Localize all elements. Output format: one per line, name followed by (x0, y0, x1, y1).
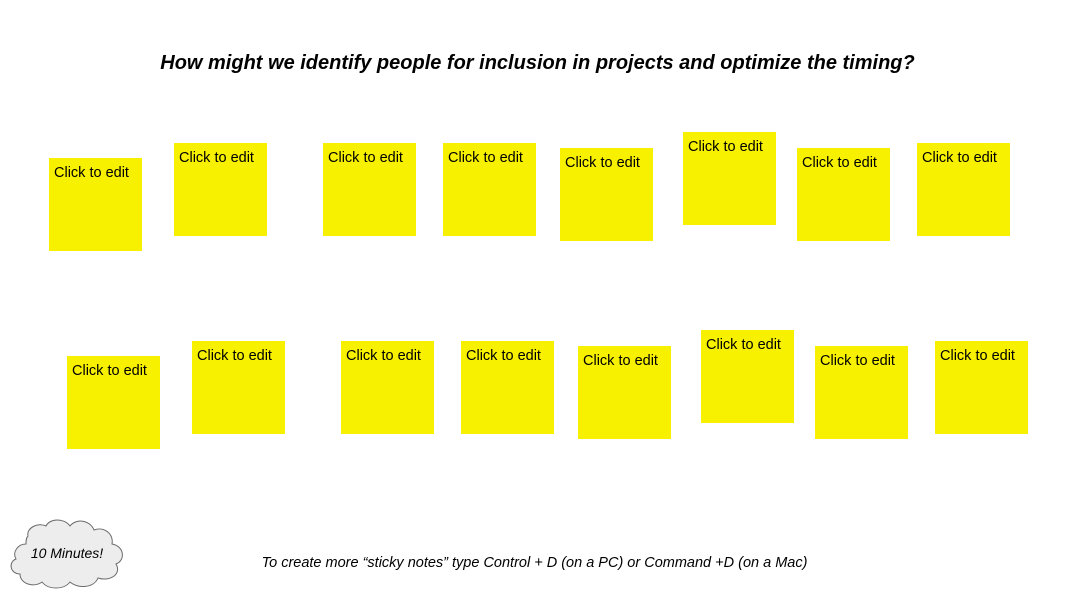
sticky-note[interactable]: Click to edit (560, 148, 653, 241)
sticky-note-text[interactable]: Click to edit (688, 139, 763, 155)
sticky-note-text[interactable]: Click to edit (820, 353, 895, 369)
sticky-note[interactable]: Click to edit (935, 341, 1028, 434)
sticky-note-text[interactable]: Click to edit (54, 165, 129, 181)
sticky-note[interactable]: Click to edit (461, 341, 554, 434)
sticky-note-text[interactable]: Click to edit (802, 155, 877, 171)
instruction-text-content: To create more “sticky notes” type Contr… (261, 555, 808, 571)
sticky-note[interactable]: Click to edit (578, 346, 671, 439)
sticky-note-text[interactable]: Click to edit (328, 150, 403, 166)
sticky-note[interactable]: Click to edit (323, 143, 416, 236)
sticky-note[interactable]: Click to edit (917, 143, 1010, 236)
instruction-text: To create more “sticky notes” type Contr… (0, 555, 1075, 571)
sticky-note-text[interactable]: Click to edit (940, 348, 1015, 364)
sticky-note[interactable]: Click to edit (49, 158, 142, 251)
sticky-note[interactable]: Click to edit (192, 341, 285, 434)
sticky-note[interactable]: Click to edit (67, 356, 160, 449)
sticky-note-text[interactable]: Click to edit (706, 337, 781, 353)
sticky-note[interactable]: Click to edit (174, 143, 267, 236)
sticky-note[interactable]: Click to edit (815, 346, 908, 439)
sticky-note[interactable]: Click to edit (797, 148, 890, 241)
sticky-note-text[interactable]: Click to edit (346, 348, 421, 364)
sticky-note-text[interactable]: Click to edit (583, 353, 658, 369)
sticky-note[interactable]: Click to edit (683, 132, 776, 225)
sticky-note-text[interactable]: Click to edit (922, 150, 997, 166)
sticky-note-text[interactable]: Click to edit (197, 348, 272, 364)
page-title: How might we identify people for inclusi… (160, 52, 915, 74)
sticky-note-text[interactable]: Click to edit (565, 155, 640, 171)
sticky-note-text[interactable]: Click to edit (72, 363, 147, 379)
sticky-note-text[interactable]: Click to edit (448, 150, 523, 166)
sticky-note[interactable]: Click to edit (701, 330, 794, 423)
sticky-note[interactable]: Click to edit (341, 341, 434, 434)
sticky-note-text[interactable]: Click to edit (466, 348, 541, 364)
sticky-note-text[interactable]: Click to edit (179, 150, 254, 166)
sticky-note[interactable]: Click to edit (443, 143, 536, 236)
